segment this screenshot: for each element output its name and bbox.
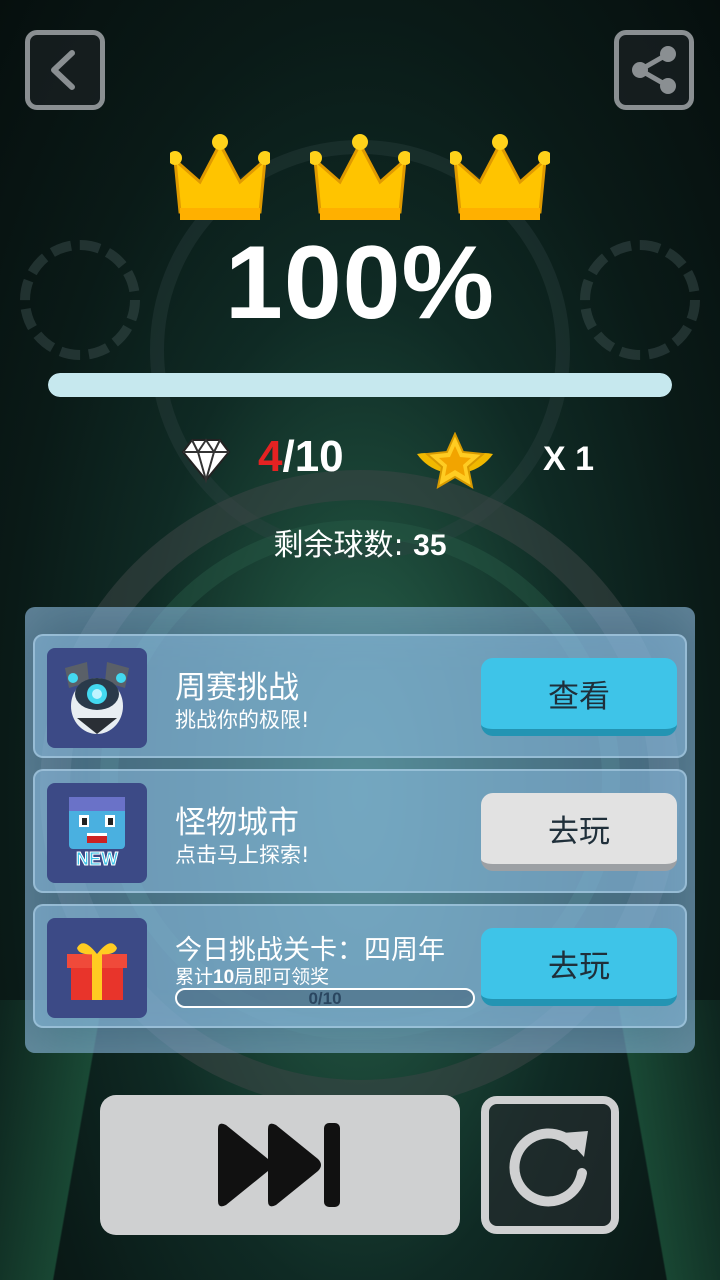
restart-button[interactable]	[481, 1096, 619, 1234]
crown-icon	[450, 134, 550, 220]
card-subtitle-number: 10	[213, 967, 235, 988]
restart-icon	[509, 1128, 588, 1207]
crown-icon	[310, 134, 410, 220]
balls-remaining-value: 35	[413, 529, 447, 562]
gem-count-current: 4	[258, 432, 283, 481]
level-progress-fill	[48, 373, 672, 397]
activities-panel: 周赛挑战 挑战你的极限! 查看 NEW 怪物城市 点击马上探索! 去玩 今日挑战…	[25, 607, 695, 1053]
card-subtitle: 累计10局即可领奖	[175, 962, 329, 989]
fast-forward-icon	[218, 1123, 340, 1207]
robot-character-icon	[47, 648, 147, 748]
back-button[interactable]	[25, 30, 105, 110]
monster-new-icon: NEW	[47, 783, 147, 883]
gem-count-total: /10	[282, 432, 344, 481]
gem-count: 4/10	[258, 432, 344, 482]
card-title: 周赛挑战	[175, 670, 299, 706]
diamond-icon	[181, 438, 231, 484]
star-multiplier: X 1	[543, 440, 595, 478]
crown-rating	[0, 130, 720, 230]
card-subtitle-suffix: 局即可领奖	[234, 966, 330, 988]
card-subtitle: 点击马上探索!	[175, 843, 310, 867]
card-subtitle-prefix: 累计	[175, 966, 214, 988]
balls-remaining: 剩余球数: 35	[0, 520, 720, 564]
daily-progress-bar: 0/10	[175, 988, 475, 1008]
new-badge: NEW	[76, 849, 119, 870]
view-button[interactable]: 查看	[481, 658, 677, 736]
card-daily-challenge: 今日挑战关卡：四周年 累计10局即可领奖 0/10 去玩	[33, 904, 687, 1028]
completion-percent: 100%	[225, 225, 495, 341]
card-subtitle: 挑战你的极限!	[175, 708, 310, 732]
card-title: 怪物城市	[175, 805, 299, 841]
stats-row: 4/10 X 1	[0, 430, 720, 490]
share-button[interactable]	[614, 30, 694, 110]
card-weekly-challenge: 周赛挑战 挑战你的极限! 查看	[33, 634, 687, 758]
chevron-left-icon	[51, 50, 75, 90]
play-button[interactable]: 去玩	[481, 928, 677, 1006]
skip-level-button[interactable]	[100, 1095, 460, 1235]
gift-box-icon	[47, 918, 147, 1018]
balls-remaining-label: 剩余球数:	[273, 528, 404, 563]
play-button[interactable]: 去玩	[481, 793, 677, 871]
share-icon	[632, 46, 676, 94]
winged-star-icon	[417, 432, 493, 489]
daily-progress-label: 0/10	[308, 989, 342, 1008]
crown-icon	[170, 134, 270, 220]
card-monster-city: NEW 怪物城市 点击马上探索! 去玩	[33, 769, 687, 893]
level-progress-bar	[48, 373, 672, 397]
